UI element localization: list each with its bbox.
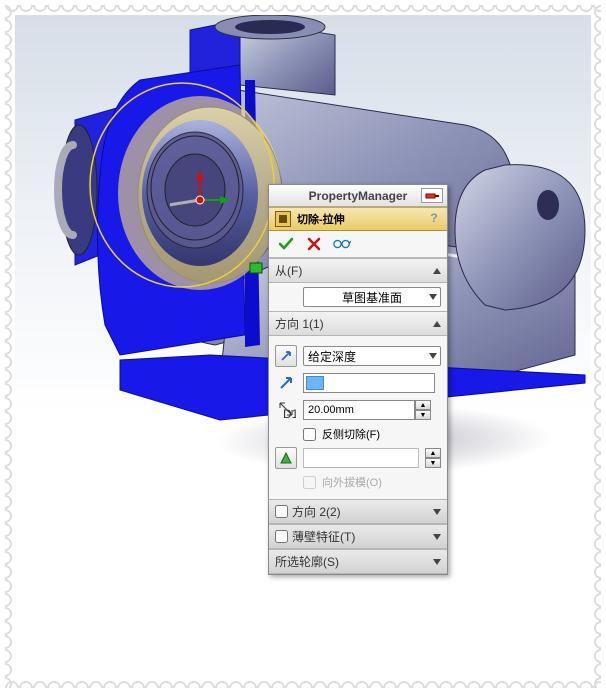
- draft-spin-down[interactable]: ▼: [425, 458, 441, 468]
- manipulator-triad[interactable]: [170, 170, 230, 230]
- selection-color-swatch: [306, 376, 324, 390]
- depth-input[interactable]: [303, 400, 415, 420]
- cancel-button[interactable]: [305, 235, 323, 253]
- dir2-label: 方向 2(2): [292, 503, 341, 520]
- thin-enable-checkbox[interactable]: [275, 530, 288, 543]
- help-button[interactable]: ?: [427, 211, 441, 225]
- from-combo[interactable]: 草图基准面: [303, 287, 441, 307]
- draft-outward-checkbox: [303, 476, 316, 489]
- dropdown-arrow-icon: [429, 353, 437, 359]
- section-dir1-body: 给定深度 D1 ▲ ▼: [269, 336, 447, 499]
- action-row: [269, 231, 447, 258]
- section-dir2-head[interactable]: 方向 2(2): [269, 499, 447, 524]
- section-dir1-head[interactable]: 方向 1(1): [269, 311, 447, 336]
- cut-extrude-icon: [275, 211, 291, 227]
- chevron-up-icon: [433, 268, 441, 274]
- thin-label: 薄壁特征(T): [292, 528, 355, 545]
- depth-spin-down[interactable]: ▼: [415, 410, 431, 420]
- from-selected: 草图基准面: [308, 289, 436, 306]
- feature-title-bar: 切除-拉伸 ?: [269, 207, 447, 231]
- draft-button[interactable]: [275, 447, 297, 469]
- section-thin-head[interactable]: 薄壁特征(T): [269, 524, 447, 549]
- reverse-direction-button[interactable]: [275, 345, 297, 367]
- feature-name: 切除-拉伸: [297, 211, 345, 227]
- ok-button[interactable]: [277, 235, 295, 253]
- depth-spin-up[interactable]: ▲: [415, 400, 431, 410]
- section-contours-head[interactable]: 所选轮廓(S): [269, 549, 447, 574]
- draft-outward-label: 向外拔模(O): [322, 474, 382, 490]
- property-manager-panel: PropertyManager 切除-拉伸 ? 从(F): [268, 184, 448, 575]
- preview-button[interactable]: [333, 235, 351, 253]
- flip-side-checkbox[interactable]: [303, 428, 316, 441]
- panel-header: PropertyManager: [269, 185, 447, 207]
- section-from-body: 草图基准面: [269, 283, 447, 311]
- panel-title: PropertyManager: [309, 189, 408, 203]
- chevron-down-icon: [433, 534, 441, 540]
- chevron-down-icon: [433, 559, 441, 565]
- direction-selection-box[interactable]: [303, 373, 435, 393]
- from-label: 从(F): [275, 264, 302, 278]
- svg-text:D1: D1: [283, 407, 296, 419]
- dropdown-arrow-icon: [429, 294, 437, 300]
- flip-side-label: 反侧切除(F): [322, 426, 380, 442]
- direction-arrow-icon: [275, 372, 297, 394]
- chevron-down-icon: [433, 509, 441, 515]
- contours-label: 所选轮廓(S): [275, 555, 339, 569]
- draft-angle-input[interactable]: [303, 448, 419, 468]
- dir1-label: 方向 1(1): [275, 317, 324, 331]
- section-from-head[interactable]: 从(F): [269, 258, 447, 283]
- end-condition-combo[interactable]: 给定深度: [303, 346, 441, 366]
- chevron-up-icon: [433, 321, 441, 327]
- pin-button[interactable]: [421, 188, 443, 203]
- dir2-enable-checkbox[interactable]: [275, 505, 288, 518]
- end-condition-value: 给定深度: [308, 348, 356, 365]
- draft-spin-up[interactable]: ▲: [425, 448, 441, 458]
- depth-dimension-icon: D1: [275, 399, 297, 421]
